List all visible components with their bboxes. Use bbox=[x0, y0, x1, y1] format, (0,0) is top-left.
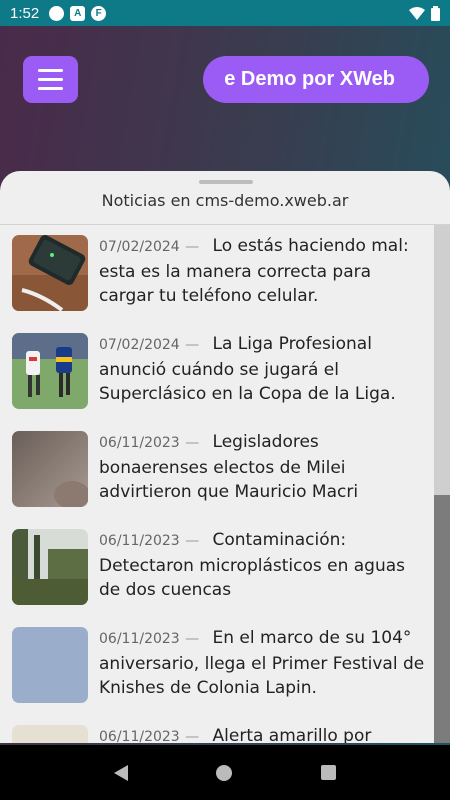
news-bottom-sheet: Noticias en cms-demo.xweb.ar 07/02/2024 … bbox=[0, 171, 450, 743]
battery-icon bbox=[431, 5, 440, 21]
news-item[interactable]: 07/02/2024 — La Liga Profesional anunció… bbox=[0, 325, 434, 423]
news-dash: — bbox=[185, 337, 200, 353]
news-text: 07/02/2024 — La Liga Profesional anunció… bbox=[99, 332, 429, 407]
news-date: 06/11/2023 bbox=[99, 533, 180, 549]
f-notification-icon: F bbox=[91, 5, 107, 21]
news-dash: — bbox=[185, 631, 200, 647]
status-right bbox=[409, 5, 440, 21]
news-date: 06/11/2023 bbox=[99, 435, 180, 451]
news-item[interactable]: 06/11/2023 — En el marco de su 104° aniv… bbox=[0, 619, 434, 717]
a-notification-icon: A bbox=[70, 5, 86, 21]
news-text: 07/02/2024 — Lo estás haciendo mal: esta… bbox=[99, 234, 429, 309]
person-blurred-photo bbox=[12, 431, 88, 507]
news-item[interactable]: 06/11/2023 — Legisladores bonaerenses el… bbox=[0, 423, 434, 521]
circle-notification-icon bbox=[49, 5, 65, 21]
news-list[interactable]: 07/02/2024 — Lo estás haciendo mal: esta… bbox=[0, 227, 434, 743]
news-date: 06/11/2023 bbox=[99, 631, 180, 647]
divider bbox=[0, 224, 450, 225]
system-nav-bar bbox=[0, 745, 450, 800]
news-dash: — bbox=[185, 533, 200, 549]
placeholder-beige-photo bbox=[12, 725, 88, 743]
recent-apps-icon[interactable] bbox=[320, 765, 336, 780]
news-item[interactable]: 06/11/2023 — Alerta amarillo por bbox=[0, 717, 434, 743]
news-dash: — bbox=[185, 729, 200, 743]
news-text: 06/11/2023 — Legisladores bonaerenses el… bbox=[99, 430, 429, 505]
news-date: 07/02/2024 bbox=[99, 239, 180, 255]
phone-charging-photo bbox=[12, 235, 88, 311]
app-title-pill[interactable]: e Demo por XWeb bbox=[203, 56, 429, 103]
news-text: 06/11/2023 — En el marco de su 104° aniv… bbox=[99, 626, 429, 701]
home-icon[interactable] bbox=[216, 764, 233, 781]
news-item[interactable]: 06/11/2023 — Contaminación: Detectaron m… bbox=[0, 521, 434, 619]
news-text: 06/11/2023 — Contaminación: Detectaron m… bbox=[99, 528, 429, 603]
status-time: 1:52 bbox=[10, 4, 40, 22]
status-bar: 1:52 A F bbox=[0, 0, 450, 26]
placeholder-blue-photo bbox=[12, 627, 88, 703]
news-dash: — bbox=[185, 435, 200, 451]
scrollbar-thumb[interactable] bbox=[434, 495, 450, 743]
news-date: 06/11/2023 bbox=[99, 729, 180, 743]
hamburger-menu-icon[interactable] bbox=[23, 56, 78, 103]
news-text: 06/11/2023 — Alerta amarillo por bbox=[99, 724, 429, 743]
back-icon[interactable] bbox=[114, 764, 129, 781]
river-trees-photo bbox=[12, 529, 88, 605]
news-item[interactable]: 07/02/2024 — Lo estás haciendo mal: esta… bbox=[0, 227, 434, 325]
drag-handle[interactable] bbox=[199, 180, 253, 184]
scrollbar[interactable] bbox=[434, 225, 450, 743]
news-dash: — bbox=[185, 239, 200, 255]
soccer-players-photo bbox=[12, 333, 88, 409]
news-headline: Alerta amarillo por bbox=[212, 726, 372, 743]
sheet-title: Noticias en cms-demo.xweb.ar bbox=[101, 191, 349, 210]
news-date: 07/02/2024 bbox=[99, 337, 180, 353]
app-title: e Demo por XWeb bbox=[224, 68, 395, 90]
wifi-icon bbox=[409, 6, 425, 20]
